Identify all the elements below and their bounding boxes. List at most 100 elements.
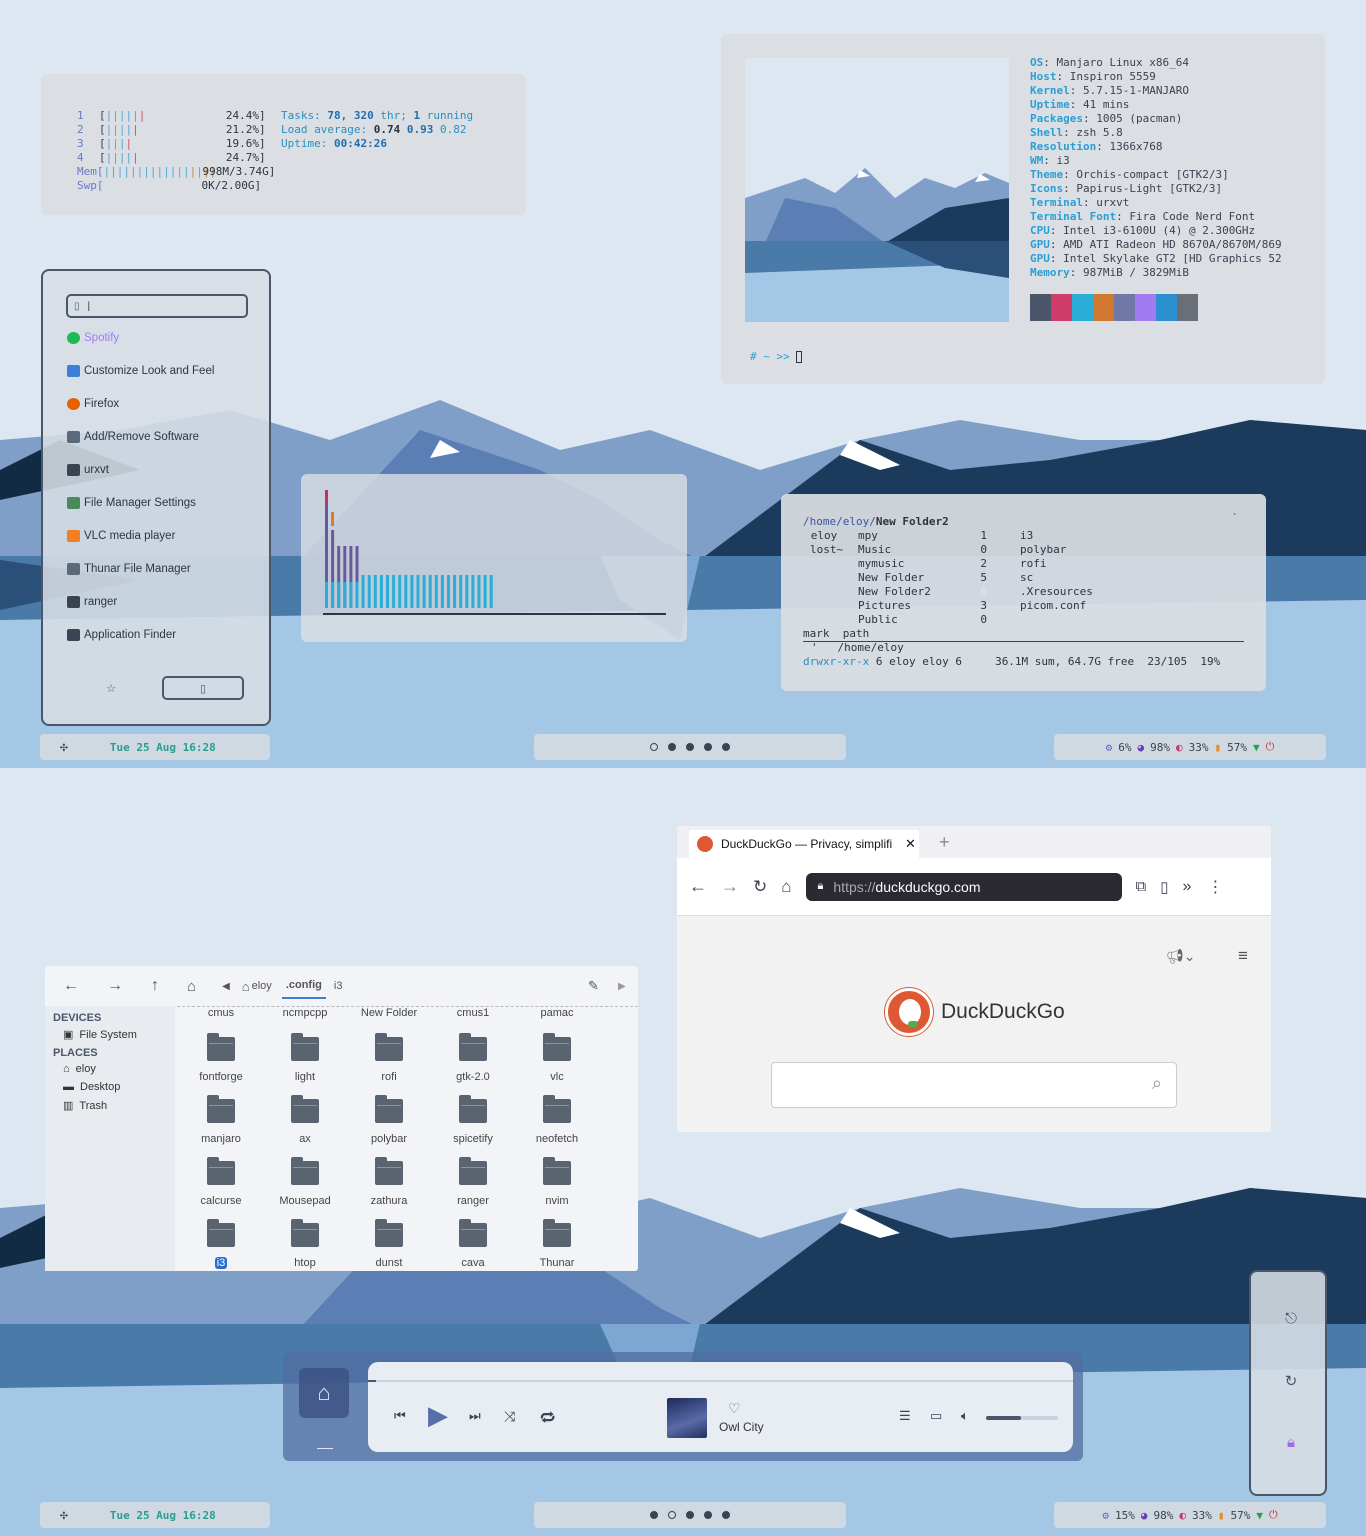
ranger-preview-entry[interactable]: i3: [1013, 529, 1244, 543]
folder-item[interactable]: ranger: [431, 1157, 515, 1207]
folder-item[interactable]: fontforge: [179, 1033, 263, 1083]
close-tab-icon[interactable]: ✕: [905, 836, 916, 852]
chevron-left-icon[interactable]: ◀: [222, 981, 230, 992]
home-icon[interactable]: ⌂: [781, 877, 791, 897]
ranger-dir-entry[interactable]: New Folder 5: [852, 571, 1005, 585]
album-art[interactable]: [667, 1398, 707, 1438]
folder-item[interactable]: gtk-2.0: [431, 1033, 515, 1083]
firefox-window[interactable]: DuckDuckGo — Privacy, simplifi ✕ + ← → ↻…: [677, 826, 1271, 1132]
workspace-switcher[interactable]: [534, 1502, 846, 1528]
folder-item[interactable]: manjaro: [179, 1095, 263, 1145]
launcher-item[interactable]: VLC media player: [67, 530, 175, 542]
launcher-item[interactable]: urxvt: [67, 464, 109, 476]
launcher-item[interactable]: Thunar File Manager: [67, 563, 191, 575]
shuffle-icon[interactable]: ⤨: [504, 1408, 515, 1425]
folder-item[interactable]: spicetify: [431, 1095, 515, 1145]
ranger-parent-entry[interactable]: eloy: [803, 529, 845, 543]
like-heart-icon[interactable]: ♡: [728, 1400, 741, 1417]
spotify-player[interactable]: ⌂ ⏮ ▶ ⏭ ⤨ 🔁︎ ♡ Owl City ☰ ▭ 🔈︎: [283, 1352, 1083, 1461]
lock-icon[interactable]: 🔒︎: [1281, 1434, 1301, 1454]
library-icon[interactable]: ⧉: [1136, 878, 1147, 895]
ranger-dir-entry[interactable]: New Folder2 6: [852, 585, 1005, 599]
sidebar-item-filesystem[interactable]: ▣ File System: [63, 1028, 175, 1042]
folder-item[interactable]: nvim: [515, 1157, 599, 1207]
megaphone-icon[interactable]: 📢︎⌄: [1166, 948, 1196, 965]
ranger-dir-entry[interactable]: mpy 1: [852, 529, 1005, 543]
overflow-chevrons-icon[interactable]: »: [1183, 878, 1192, 896]
volume-icon[interactable]: 🔈︎: [961, 1408, 969, 1424]
progress-track[interactable]: [368, 1380, 1073, 1382]
folder-item[interactable]: Thunar: [515, 1219, 599, 1269]
devices-icon[interactable]: ▭: [930, 1408, 942, 1424]
back-arrow-icon[interactable]: ←: [63, 977, 79, 995]
workspace-5[interactable]: [722, 1511, 730, 1519]
reboot-icon[interactable]: ↻: [1281, 1372, 1301, 1392]
favorites-star-button[interactable]: ☆: [101, 676, 121, 700]
launcher-item[interactable]: Firefox: [67, 398, 119, 410]
forward-arrow-icon[interactable]: →: [107, 977, 123, 995]
folder-label[interactable]: pamac: [515, 1007, 599, 1019]
forward-arrow-icon[interactable]: →: [721, 876, 739, 897]
launcher-search-input[interactable]: ▯ |: [66, 294, 248, 318]
power-icon[interactable]: ⏻: [1269, 1508, 1278, 1522]
workspace-3[interactable]: [686, 1511, 694, 1519]
sidebar-item-desktop[interactable]: ▬ Desktop: [63, 1081, 175, 1093]
folder-label[interactable]: ncmpcpp: [263, 1007, 347, 1019]
url-bar[interactable]: 🔒︎ https://duckduckgo.com: [805, 872, 1122, 901]
volume-slider[interactable]: [986, 1416, 1058, 1420]
workspace-2[interactable]: [668, 1511, 676, 1519]
folder-item[interactable]: i3: [179, 1219, 263, 1269]
up-arrow-icon[interactable]: ↑: [151, 977, 159, 995]
workspace-3[interactable]: [686, 743, 694, 751]
app-launcher[interactable]: ▯ | Spotify Customize Look and Feel Firefox…: [41, 269, 271, 726]
ranger-preview-entry[interactable]: rofi: [1013, 557, 1244, 571]
neofetch-terminal[interactable]: OS: Manjaro Linux x86_64 Host: Inspiron 5…: [721, 34, 1325, 384]
reload-icon[interactable]: ↻: [753, 877, 767, 897]
shell-prompt[interactable]: # ~ >>: [750, 350, 803, 363]
repeat-icon[interactable]: 🔁︎: [540, 1407, 555, 1429]
ranger-preview-entry[interactable]: sc: [1013, 571, 1244, 585]
next-track-icon[interactable]: ⏭: [469, 1408, 481, 1424]
workspace-5[interactable]: [722, 743, 730, 751]
sidebar-toggle-icon[interactable]: ▯: [1160, 878, 1168, 896]
breadcrumb-eloy[interactable]: eloy: [252, 980, 272, 992]
sidebar-item-trash[interactable]: ▥ Trash: [63, 1099, 175, 1113]
logout-icon[interactable]: ⎋: [1281, 1310, 1301, 1330]
workspace-switcher[interactable]: [534, 734, 846, 760]
workspace-4[interactable]: [704, 743, 712, 751]
folder-item[interactable]: ax: [263, 1095, 347, 1145]
launcher-item[interactable]: Application Finder: [67, 629, 176, 641]
edit-pencil-icon[interactable]: ✎: [588, 978, 599, 994]
folder-label[interactable]: cmus: [179, 1007, 263, 1019]
bookmarks-button[interactable]: ▯: [162, 676, 244, 700]
power-menu[interactable]: ⎋ ↻ 🔒︎: [1249, 1270, 1327, 1496]
home-button[interactable]: ⌂: [299, 1368, 349, 1418]
folder-item[interactable]: rofi: [347, 1033, 431, 1083]
ranger-dir-entry[interactable]: Pictures 3: [852, 599, 1005, 613]
launcher-item[interactable]: File Manager Settings: [67, 497, 196, 509]
breadcrumb-i3[interactable]: i3: [334, 980, 343, 992]
folder-item[interactable]: neofetch: [515, 1095, 599, 1145]
back-arrow-icon[interactable]: ←: [689, 876, 707, 897]
folder-label[interactable]: cmus1: [431, 1007, 515, 1019]
previous-track-icon[interactable]: ⏮: [394, 1408, 406, 1424]
chevron-right-icon[interactable]: ▶: [618, 981, 626, 992]
workspace-2[interactable]: [668, 743, 676, 751]
play-icon[interactable]: ▶: [428, 1400, 448, 1431]
ranger-dir-entry[interactable]: Public 0: [852, 613, 1005, 627]
queue-icon[interactable]: ☰: [899, 1408, 911, 1424]
launcher-item[interactable]: ranger: [67, 596, 117, 608]
tab-duckduckgo[interactable]: DuckDuckGo — Privacy, simplifi ✕: [689, 830, 919, 858]
launcher-item[interactable]: Spotify: [67, 332, 119, 344]
workspace-1[interactable]: [650, 1511, 658, 1519]
folder-item[interactable]: cava: [431, 1219, 515, 1269]
ranger-file-manager[interactable]: /home/eloy/New Folder2 ` eloy lost~ mpy 1 M…: [781, 494, 1266, 691]
new-tab-icon[interactable]: +: [939, 832, 950, 853]
ranger-parent-entry[interactable]: lost~: [803, 543, 845, 557]
folder-item[interactable]: vlc: [515, 1033, 599, 1083]
folder-item[interactable]: zathura: [347, 1157, 431, 1207]
menu-kebab-icon[interactable]: ⋮: [1207, 877, 1223, 897]
folder-item[interactable]: dunst: [347, 1219, 431, 1269]
folder-item[interactable]: light: [263, 1033, 347, 1083]
workspace-1[interactable]: [650, 743, 658, 751]
